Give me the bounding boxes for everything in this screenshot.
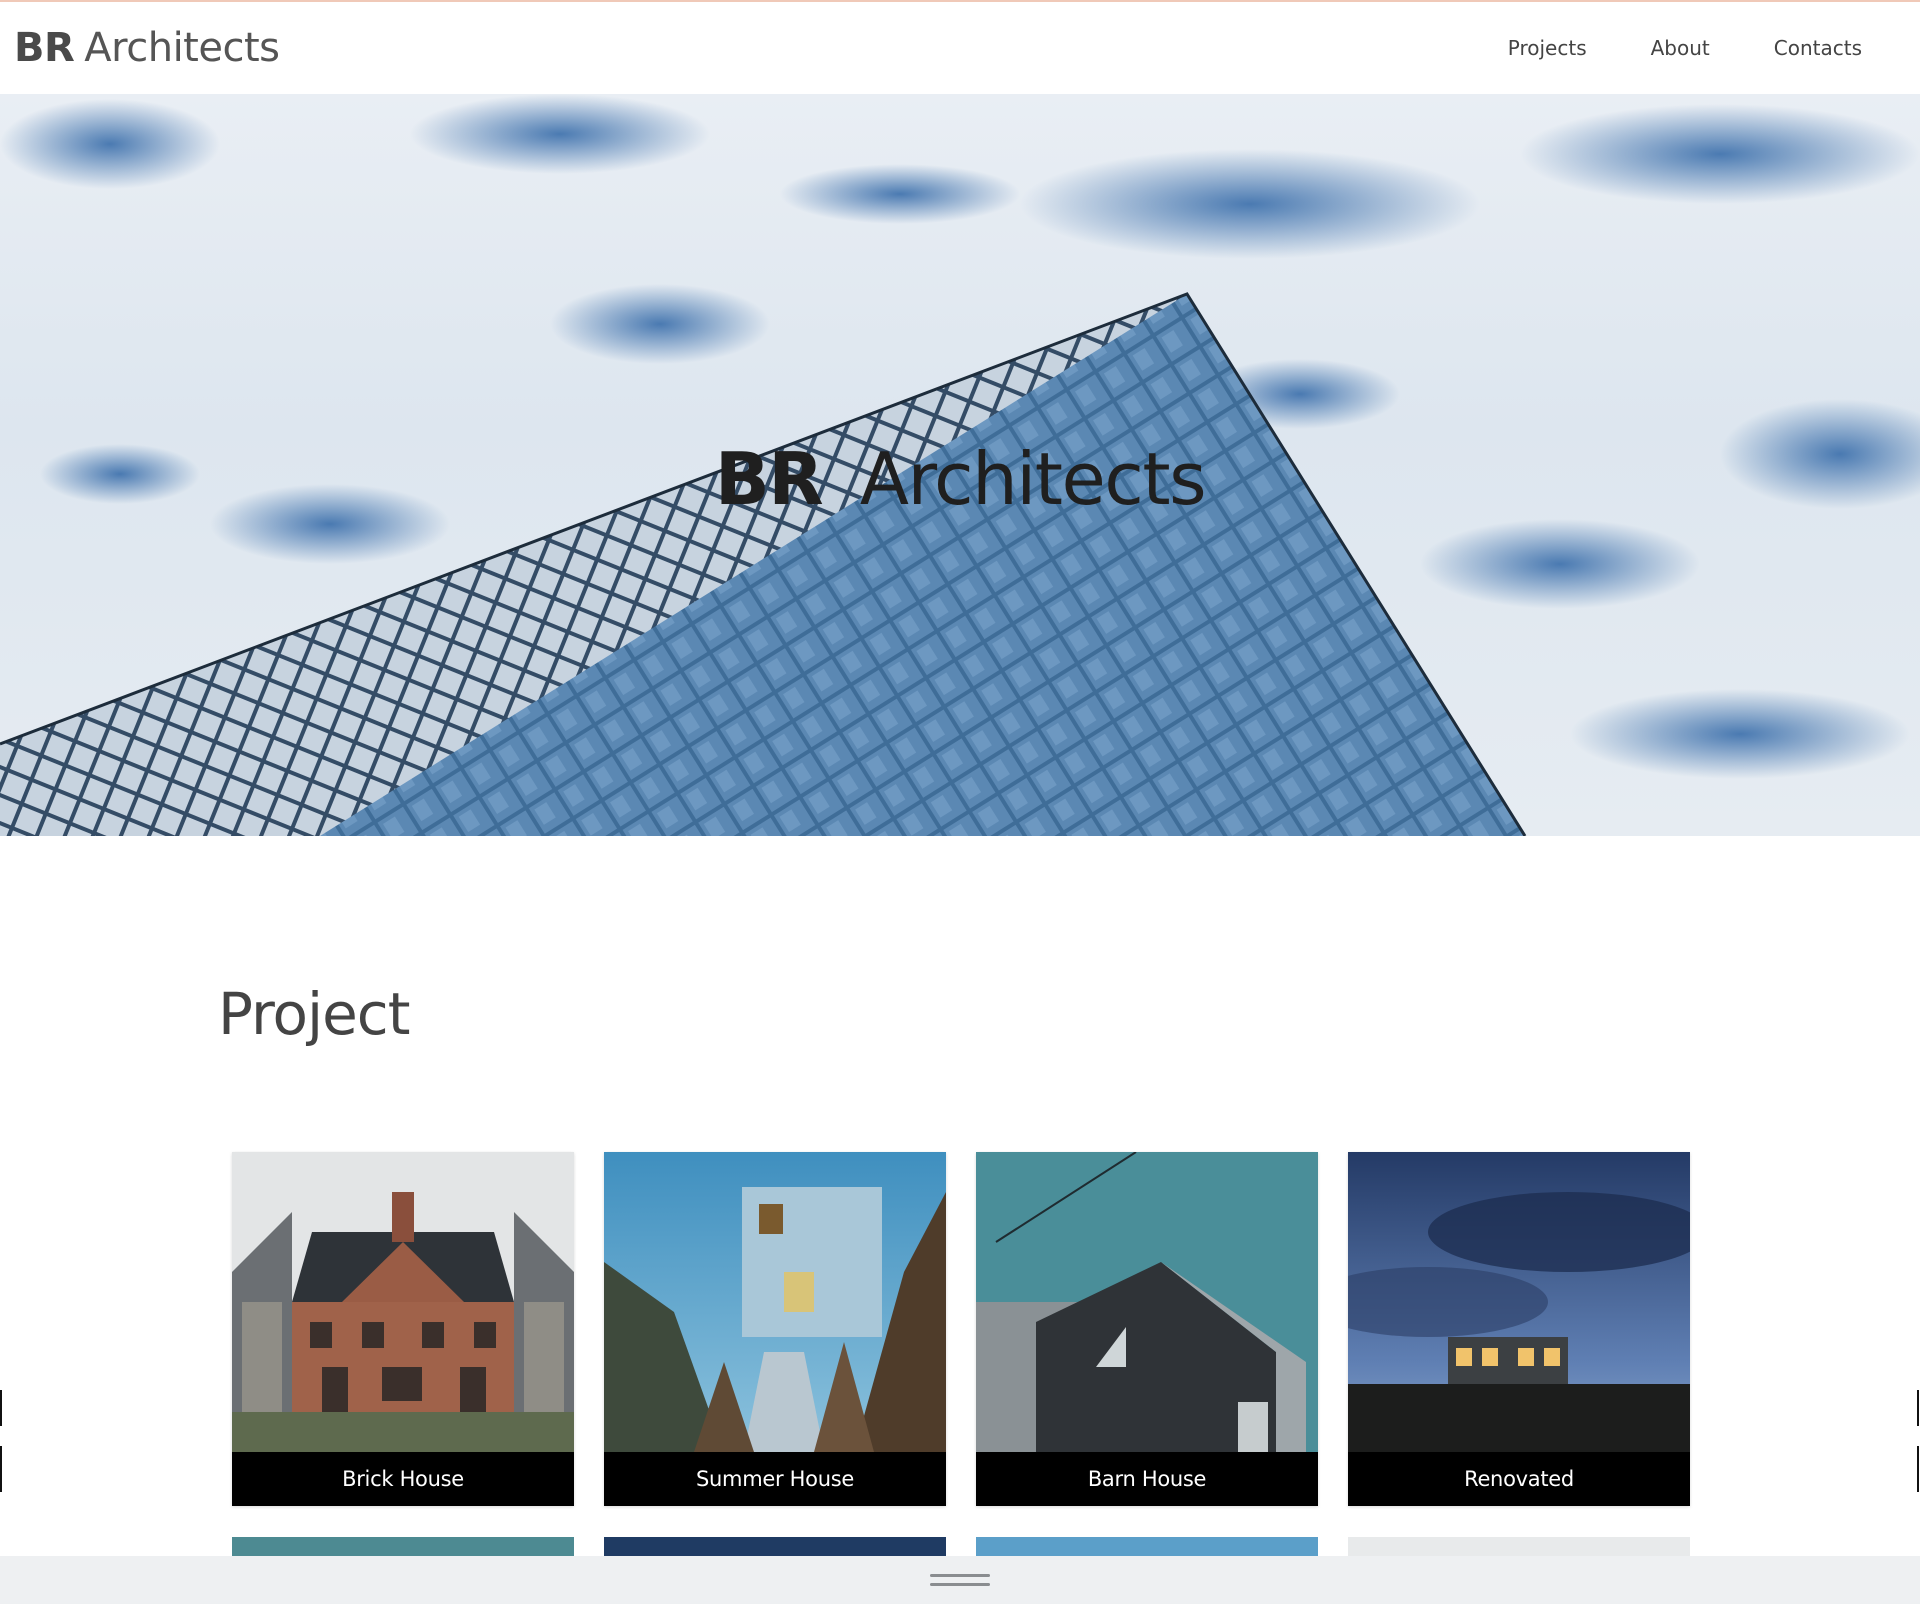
left-edge-marker <box>0 1390 2 1426</box>
nav-link-projects[interactable]: Projects <box>1508 36 1587 60</box>
project-thumb-brick-house <box>232 1152 574 1452</box>
nav-links: Projects About Contacts <box>1508 36 1906 60</box>
project-card-row2-2[interactable] <box>604 1537 946 1557</box>
project-caption: Barn House <box>976 1452 1318 1506</box>
project-thumb-summer-house <box>604 1152 946 1452</box>
project-card-row2-4[interactable] <box>1348 1537 1690 1557</box>
project-card-renovated[interactable]: Renovated <box>1348 1152 1690 1506</box>
project-card-row2-3[interactable] <box>976 1537 1318 1557</box>
brand-logo[interactable]: BR Architects <box>14 25 280 71</box>
project-caption: Renovated <box>1348 1452 1690 1506</box>
hero-title: BR Architects <box>0 437 1920 521</box>
project-caption: Brick House <box>232 1452 574 1506</box>
project-thumb-barn-house <box>976 1152 1318 1452</box>
right-edge-marker <box>1917 1446 1919 1492</box>
project-caption: Summer House <box>604 1452 946 1506</box>
nav-link-contacts[interactable]: Contacts <box>1774 36 1862 60</box>
drag-handle-icon[interactable] <box>930 1574 990 1586</box>
brand-bold: BR <box>14 25 75 71</box>
project-card-brick-house[interactable]: Brick House <box>232 1152 574 1506</box>
bottom-drawer-bar[interactable] <box>0 1556 1920 1604</box>
hero-title-bold: BR <box>714 437 824 521</box>
project-thumb-renovated <box>1348 1152 1690 1452</box>
section-title-project: Project <box>218 980 410 1048</box>
project-card-row2-1[interactable] <box>232 1537 574 1557</box>
right-edge-marker <box>1917 1390 1919 1426</box>
project-card-summer-house[interactable]: Summer House <box>604 1152 946 1506</box>
nav-link-about[interactable]: About <box>1651 36 1710 60</box>
left-edge-marker <box>0 1446 2 1492</box>
hero-title-rest: Architects <box>859 437 1207 521</box>
navbar: BR Architects Projects About Contacts <box>0 2 1920 94</box>
brand-rest: Architects <box>84 25 280 71</box>
project-card-barn-house[interactable]: Barn House <box>976 1152 1318 1506</box>
hero-banner: BR Architects <box>0 94 1920 836</box>
